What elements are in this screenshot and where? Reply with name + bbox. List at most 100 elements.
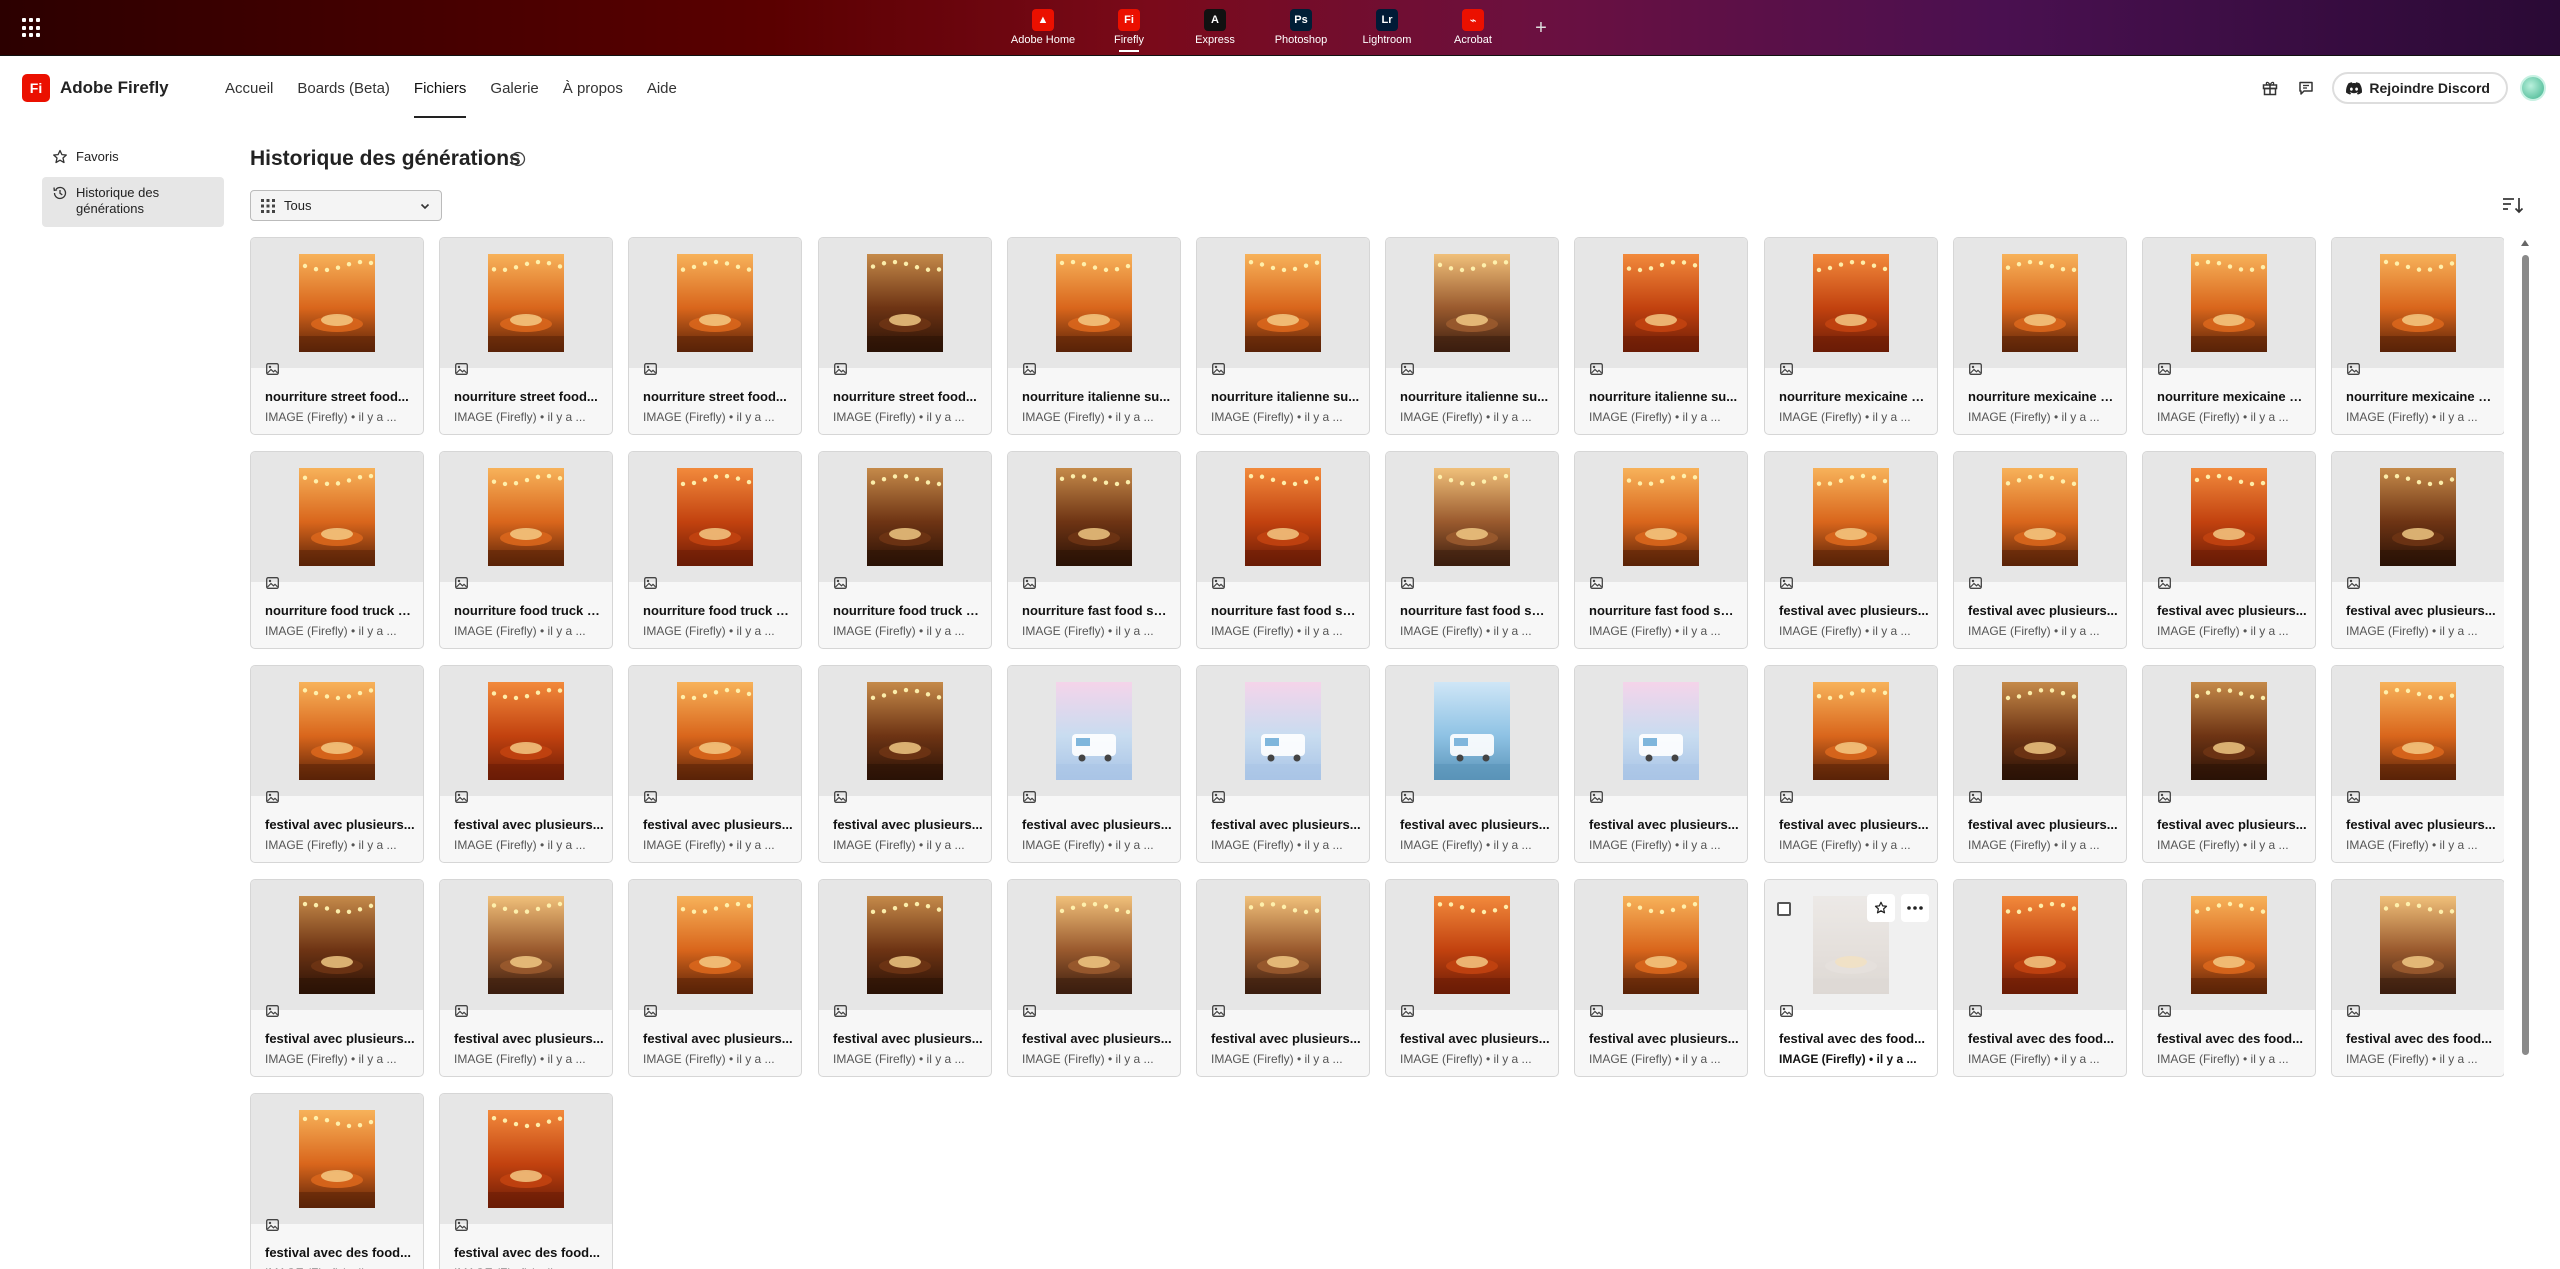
card-title: festival avec des food... [2157, 1031, 2303, 1046]
generation-card[interactable]: festival avec plusieurs... IMAGE (Firefly… [1764, 451, 1938, 649]
card-subtitle: IMAGE (Firefly) • il y a ... [1589, 410, 1721, 424]
generation-card[interactable]: nourriture food truck s... IMAGE (Firefly… [250, 451, 424, 649]
app-photoshop[interactable]: Ps Photoshop [1258, 0, 1344, 56]
generation-card[interactable]: festival avec des food...IMAGE (Firefly)… [1764, 879, 1938, 1077]
image-type-icon [455, 362, 468, 380]
filter-dropdown[interactable]: Tous [250, 190, 442, 221]
generation-card[interactable]: nourriture italienne su... IMAGE (Firefly… [1574, 237, 1748, 435]
generation-card[interactable]: nourriture fast food su... IMAGE (Firefly… [1007, 451, 1181, 649]
scroll-up-arrow[interactable] [2521, 240, 2529, 246]
avatar[interactable] [2520, 75, 2546, 101]
nav-link-3[interactable]: Galerie [478, 56, 550, 120]
favorite-star-icon[interactable] [1867, 894, 1895, 922]
generation-card[interactable]: festival avec des food...IMAGE (Firefly)… [2142, 879, 2316, 1077]
generation-card[interactable]: festival avec des food...IMAGE (Firefly)… [1953, 879, 2127, 1077]
generation-card[interactable]: festival avec plusieurs... IMAGE (Firefly… [1953, 451, 2127, 649]
generation-card[interactable]: nourriture mexicaine s... IMAGE (Firefly)… [1764, 237, 1938, 435]
generation-card[interactable]: festival avec plusieurs... IMAGE (Firefly… [1196, 665, 1370, 863]
generation-card[interactable]: festival avec plusieurs... IMAGE (Firefly… [250, 879, 424, 1077]
thumbnail-area [1575, 238, 1747, 368]
card-title: nourriture food truck s... [643, 603, 793, 618]
add-app-icon[interactable]: + [1516, 0, 1566, 56]
generation-card[interactable]: nourriture italienne su... IMAGE (Firefly… [1007, 237, 1181, 435]
thumbnail-area [251, 880, 423, 1010]
generation-card[interactable]: festival avec des food...IMAGE (Firefly)… [2331, 879, 2504, 1077]
generation-card[interactable]: nourriture mexicaine s... IMAGE (Firefly)… [1953, 237, 2127, 435]
generated-image-thumbnail [2380, 254, 2456, 352]
card-title: nourriture italienne su... [1400, 389, 1549, 404]
feedback-icon[interactable] [2288, 70, 2324, 106]
app-express[interactable]: A Express [1172, 0, 1258, 56]
generation-card[interactable]: nourriture street food... IMAGE (Firefly)… [818, 237, 992, 435]
generation-card[interactable]: festival avec plusieurs... IMAGE (Firefly… [1764, 665, 1938, 863]
generation-card[interactable]: festival avec plusieurs... IMAGE (Firefly… [2331, 665, 2504, 863]
app-grid-icon[interactable] [22, 18, 42, 38]
app-firefly[interactable]: Fi Firefly [1086, 0, 1172, 56]
generation-card[interactable]: festival avec plusieurs... IMAGE (Firefly… [250, 665, 424, 863]
generation-card[interactable]: festival avec des food...IMAGE (Firefly)… [250, 1093, 424, 1269]
generation-card[interactable]: nourriture food truck s... IMAGE (Firefly… [628, 451, 802, 649]
generation-history-grid: nourriture street food... IMAGE (Firefly)… [250, 237, 2504, 1269]
discord-icon [2346, 81, 2363, 95]
generation-card[interactable]: festival avec plusieurs... IMAGE (Firefly… [439, 879, 613, 1077]
generation-card[interactable]: festival avec plusieurs... IMAGE (Firefly… [1007, 879, 1181, 1077]
generation-card[interactable]: festival avec plusieurs... IMAGE (Firefly… [2142, 665, 2316, 863]
image-type-icon [455, 790, 468, 808]
card-subtitle: IMAGE (Firefly) • il y a ... [2346, 838, 2478, 852]
generation-card[interactable]: festival avec plusieurs... IMAGE (Firefly… [1574, 665, 1748, 863]
app-lightroom[interactable]: Lr Lightroom [1344, 0, 1430, 56]
generation-card[interactable]: festival avec plusieurs... IMAGE (Firefly… [1385, 879, 1559, 1077]
nav-link-4[interactable]: À propos [551, 56, 635, 120]
app-acrobat[interactable]: ⌁ Acrobat [1430, 0, 1516, 56]
generation-card[interactable]: nourriture fast food su... IMAGE (Firefly… [1385, 451, 1559, 649]
generation-card[interactable]: festival avec plusieurs... IMAGE (Firefly… [1385, 665, 1559, 863]
generation-card[interactable]: nourriture street food... IMAGE (Firefly)… [628, 237, 802, 435]
sidebar-item-favorites[interactable]: Favoris [42, 141, 224, 173]
thumbnail-area [2143, 880, 2315, 1010]
generation-card[interactable]: festival avec plusieurs... IMAGE (Firefly… [628, 879, 802, 1077]
more-options-icon[interactable] [1901, 894, 1929, 922]
generation-card[interactable]: nourriture italienne su... IMAGE (Firefly… [1196, 237, 1370, 435]
generation-card[interactable]: nourriture street food... IMAGE (Firefly)… [250, 237, 424, 435]
card-subtitle: IMAGE (Firefly) • il y a ... [265, 838, 397, 852]
brand[interactable]: Fi Adobe Firefly [22, 74, 169, 102]
generation-card[interactable]: festival avec plusieurs... IMAGE (Firefly… [628, 665, 802, 863]
nav-link-0[interactable]: Accueil [213, 56, 285, 120]
nav-link-2[interactable]: Fichiers [402, 56, 479, 120]
generation-card[interactable]: festival avec plusieurs... IMAGE (Firefly… [2331, 451, 2504, 649]
card-title: festival avec plusieurs... [1779, 817, 1929, 832]
app-label: Lightroom [1362, 34, 1412, 46]
generation-card[interactable]: festival avec plusieurs... IMAGE (Firefly… [818, 665, 992, 863]
app-switcher-bar: ▲ Adobe Home Fi Firefly A Express Ps Photoshop L… [0, 0, 2560, 56]
generation-card[interactable]: festival avec plusieurs... IMAGE (Firefly… [1196, 879, 1370, 1077]
info-icon[interactable] [510, 151, 526, 172]
generation-card[interactable]: nourriture street food... IMAGE (Firefly)… [439, 237, 613, 435]
generation-card[interactable]: festival avec plusieurs... IMAGE (Firefly… [2142, 451, 2316, 649]
sort-icon[interactable] [2502, 196, 2524, 219]
thumbnail-area [251, 1094, 423, 1224]
nav-link-1[interactable]: Boards (Beta) [285, 56, 402, 120]
generation-card[interactable]: festival avec plusieurs... IMAGE (Firefly… [1953, 665, 2127, 863]
generation-card[interactable]: nourriture italienne su... IMAGE (Firefly… [1385, 237, 1559, 435]
join-discord-button[interactable]: Rejoindre Discord [2332, 72, 2508, 104]
generation-card[interactable]: festival avec plusieurs... IMAGE (Firefly… [818, 879, 992, 1077]
select-checkbox[interactable] [1777, 902, 1791, 916]
gift-icon[interactable] [2252, 70, 2288, 106]
scrollbar-thumb[interactable] [2522, 255, 2529, 1055]
card-subtitle: IMAGE (Firefly) • il y a ... [833, 1052, 965, 1066]
generation-card[interactable]: nourriture mexicaine s... IMAGE (Firefly)… [2331, 237, 2504, 435]
generation-card[interactable]: festival avec plusieurs... IMAGE (Firefly… [1007, 665, 1181, 863]
generation-card[interactable]: festival avec plusieurs... IMAGE (Firefly… [439, 665, 613, 863]
image-type-icon [1401, 576, 1414, 594]
generation-card[interactable]: nourriture food truck s... IMAGE (Firefly… [439, 451, 613, 649]
app-adobe-home[interactable]: ▲ Adobe Home [1000, 0, 1086, 56]
sidebar-item-history[interactable]: Historique des générations [42, 177, 224, 227]
generation-card[interactable]: festival avec plusieurs... IMAGE (Firefly… [1574, 879, 1748, 1077]
generation-card[interactable]: nourriture fast food su... IMAGE (Firefly… [1196, 451, 1370, 649]
generation-card[interactable]: nourriture mexicaine s... IMAGE (Firefly)… [2142, 237, 2316, 435]
generation-card[interactable]: nourriture food truck s... IMAGE (Firefly… [818, 451, 992, 649]
generation-card[interactable]: nourriture fast food su... IMAGE (Firefly… [1574, 451, 1748, 649]
thumbnail-area [2332, 666, 2504, 796]
nav-link-5[interactable]: Aide [635, 56, 689, 120]
generation-card[interactable]: festival avec des food...IMAGE (Firefly)… [439, 1093, 613, 1269]
